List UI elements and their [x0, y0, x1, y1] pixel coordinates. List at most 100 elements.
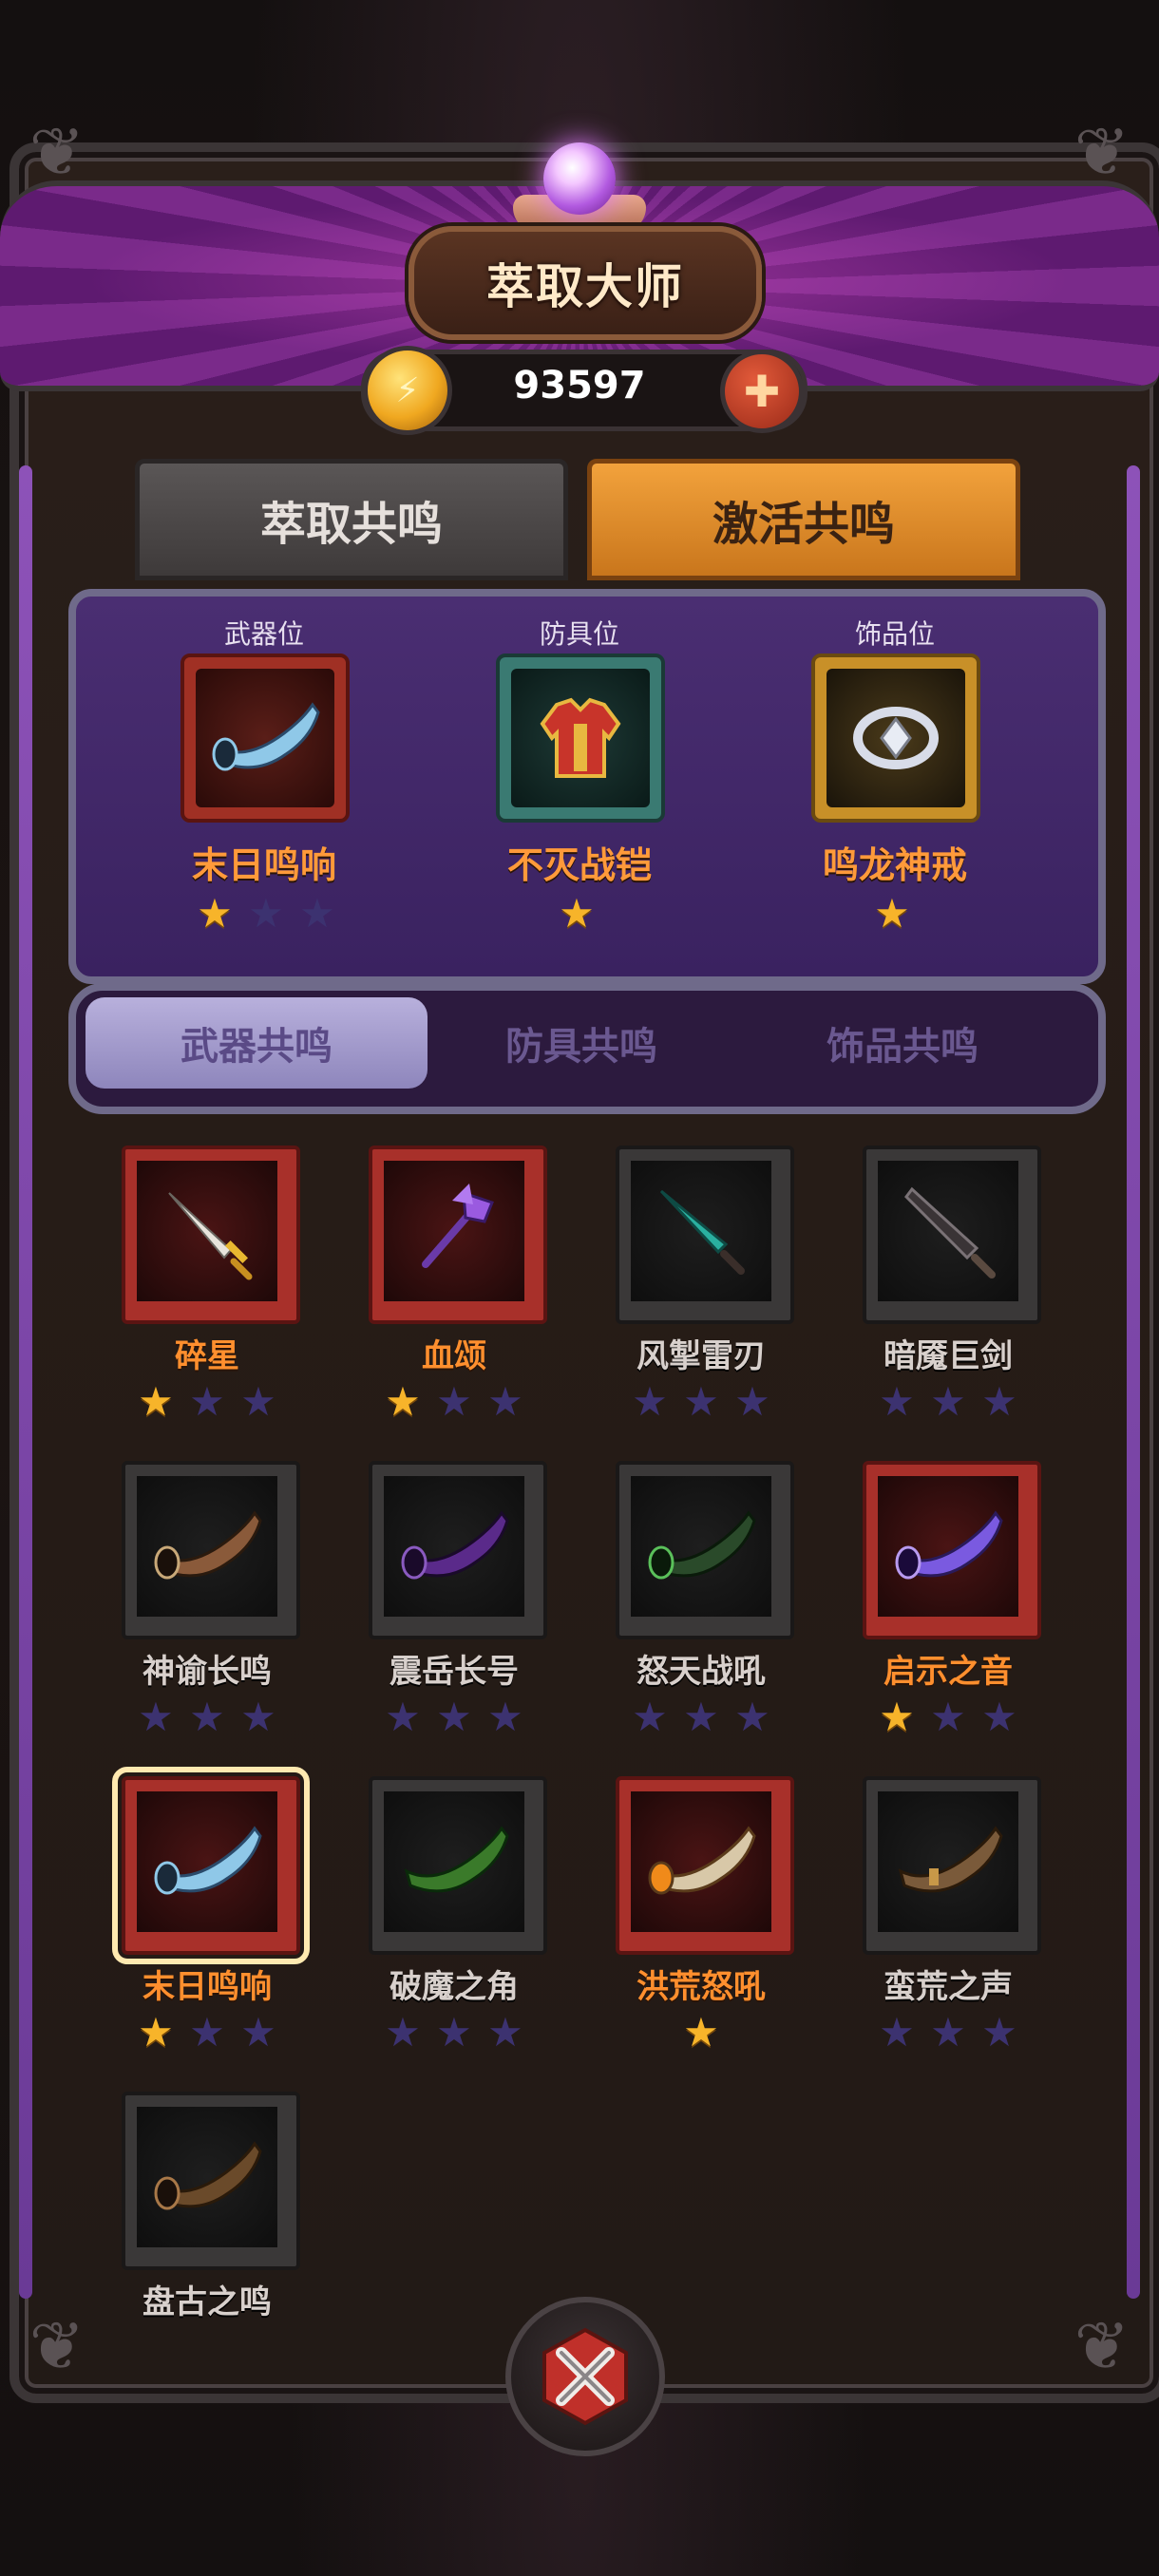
item-card[interactable]	[359, 1767, 549, 1957]
leaf-horn-icon	[384, 1791, 524, 1932]
corner-ornament-icon: ❦	[1074, 2307, 1130, 2385]
armor-slot-item-name: 不灭战铠	[506, 844, 652, 886]
item-stars: ★ ★ ★	[122, 2010, 293, 2059]
add-currency-button[interactable]: ✚	[720, 350, 804, 433]
star-filled-icon: ★	[879, 1694, 915, 1740]
star-empty-icon: ★	[930, 1378, 966, 1425]
star-empty-icon: ★	[981, 1694, 1017, 1740]
star-empty-icon: ★	[138, 1694, 174, 1740]
tab-accessory-resonance[interactable]: 饰品共鸣	[732, 997, 1074, 1089]
star-empty-icon: ★	[189, 2009, 225, 2055]
corner-ornament-icon: ❦	[28, 2307, 86, 2385]
weapon-slot-item-name: 末日鸣响	[191, 844, 336, 886]
accessory-slot[interactable]	[811, 653, 980, 823]
purple-mace-icon	[384, 1161, 524, 1301]
close-x-icon	[533, 2324, 637, 2429]
gold-dagger-icon	[137, 1161, 277, 1301]
item-name: 破魔之角	[390, 1968, 519, 2006]
item-card[interactable]	[606, 1767, 796, 1957]
sub-tab-label: 饰品共鸣	[826, 1025, 978, 1069]
item-name: 盘古之鸣	[142, 2283, 272, 2321]
star-empty-icon: ★	[436, 1378, 472, 1425]
item-stars: ★ ★ ★	[369, 1695, 540, 1744]
star-filled-icon: ★	[874, 890, 910, 937]
item-stars: ★ ★ ★	[616, 1695, 787, 1744]
item-stars: ★	[616, 2010, 787, 2059]
item-frame	[616, 1461, 794, 1639]
corner-ornament-icon: ❦	[28, 113, 86, 191]
item-name: 末日鸣响	[142, 1968, 272, 2006]
item-frame-selected	[112, 1767, 310, 1964]
star-empty-icon: ★	[487, 1378, 523, 1425]
star-empty-icon: ★	[487, 1694, 523, 1740]
star-empty-icon: ★	[879, 1378, 915, 1425]
star-empty-icon: ★	[248, 890, 284, 937]
star-filled-icon: ★	[385, 1378, 421, 1425]
item-frame	[369, 1461, 547, 1639]
star-empty-icon: ★	[683, 1694, 719, 1740]
armor-slot-stars: ★	[496, 891, 657, 940]
tab-label: 激活共鸣	[712, 498, 895, 551]
item-card[interactable]	[359, 1451, 549, 1641]
item-frame	[122, 1461, 300, 1639]
page-title: 萃取大师	[486, 259, 684, 314]
star-filled-icon: ★	[559, 890, 595, 937]
star-empty-icon: ★	[981, 1378, 1017, 1425]
teal-sword-icon	[631, 1161, 771, 1301]
item-card[interactable]	[853, 1767, 1043, 1957]
star-empty-icon: ★	[240, 1378, 276, 1425]
item-stars: ★ ★ ★	[863, 2010, 1034, 2059]
armor-icon	[511, 669, 650, 807]
blue-horn-icon	[137, 1791, 277, 1932]
star-filled-icon: ★	[138, 2009, 174, 2055]
item-name: 血颂	[422, 1337, 486, 1375]
star-empty-icon: ★	[930, 2009, 966, 2055]
close-button[interactable]	[505, 2297, 665, 2456]
weapon-slot[interactable]	[180, 653, 350, 823]
armor-slot[interactable]	[496, 653, 665, 823]
item-stars: ★ ★ ★	[122, 1379, 293, 1429]
tab-activate-resonance[interactable]: 激活共鸣	[587, 459, 1020, 580]
item-card[interactable]	[359, 1136, 549, 1326]
item-name: 震岳长号	[390, 1653, 519, 1691]
tab-extract-resonance[interactable]: 萃取共鸣	[135, 459, 568, 580]
item-card[interactable]	[112, 2082, 302, 2272]
star-empty-icon: ★	[734, 1378, 770, 1425]
tribal-horn-icon	[878, 1791, 1018, 1932]
tab-armor-resonance[interactable]: 防具共鸣	[410, 997, 752, 1089]
green-horn-icon	[631, 1476, 771, 1617]
accessory-slot-item-name: 鸣龙神戒	[822, 844, 967, 886]
corner-ornament-icon: ❦	[1074, 113, 1130, 191]
currency-amount: 93597	[513, 364, 646, 407]
item-frame	[863, 1461, 1041, 1639]
item-card[interactable]	[112, 1451, 302, 1641]
item-card[interactable]	[853, 1136, 1043, 1326]
item-card[interactable]	[112, 1767, 310, 1964]
item-card[interactable]	[606, 1451, 796, 1641]
horn-icon	[196, 669, 334, 807]
item-name: 暗魇巨剑	[884, 1337, 1013, 1375]
item-card[interactable]	[853, 1451, 1043, 1641]
star-empty-icon: ★	[189, 1378, 225, 1425]
star-empty-icon: ★	[240, 2009, 276, 2055]
bronze-horn-icon	[137, 1476, 277, 1617]
star-empty-icon: ★	[299, 890, 335, 937]
item-name: 怒天战吼	[636, 1653, 766, 1691]
star-empty-icon: ★	[734, 1694, 770, 1740]
item-card[interactable]	[112, 1136, 302, 1326]
left-accent-bar	[19, 465, 32, 2299]
item-stars: ★ ★ ★	[122, 1695, 293, 1744]
star-empty-icon: ★	[683, 1378, 719, 1425]
star-empty-icon: ★	[385, 2009, 421, 2055]
item-stars: ★ ★ ★	[369, 1379, 540, 1429]
tab-weapon-resonance[interactable]: 武器共鸣	[86, 997, 428, 1089]
tab-label: 萃取共鸣	[259, 498, 443, 551]
item-card[interactable]	[606, 1136, 796, 1326]
gold-coin-icon: ⚡	[363, 346, 452, 435]
item-frame	[369, 1146, 547, 1324]
item-stars: ★ ★ ★	[616, 1379, 787, 1429]
weapon-slot-stars: ★ ★ ★	[180, 891, 352, 940]
armor-slot-label: 防具位	[539, 618, 619, 650]
star-empty-icon: ★	[436, 2009, 472, 2055]
purple-horn-icon	[384, 1476, 524, 1617]
